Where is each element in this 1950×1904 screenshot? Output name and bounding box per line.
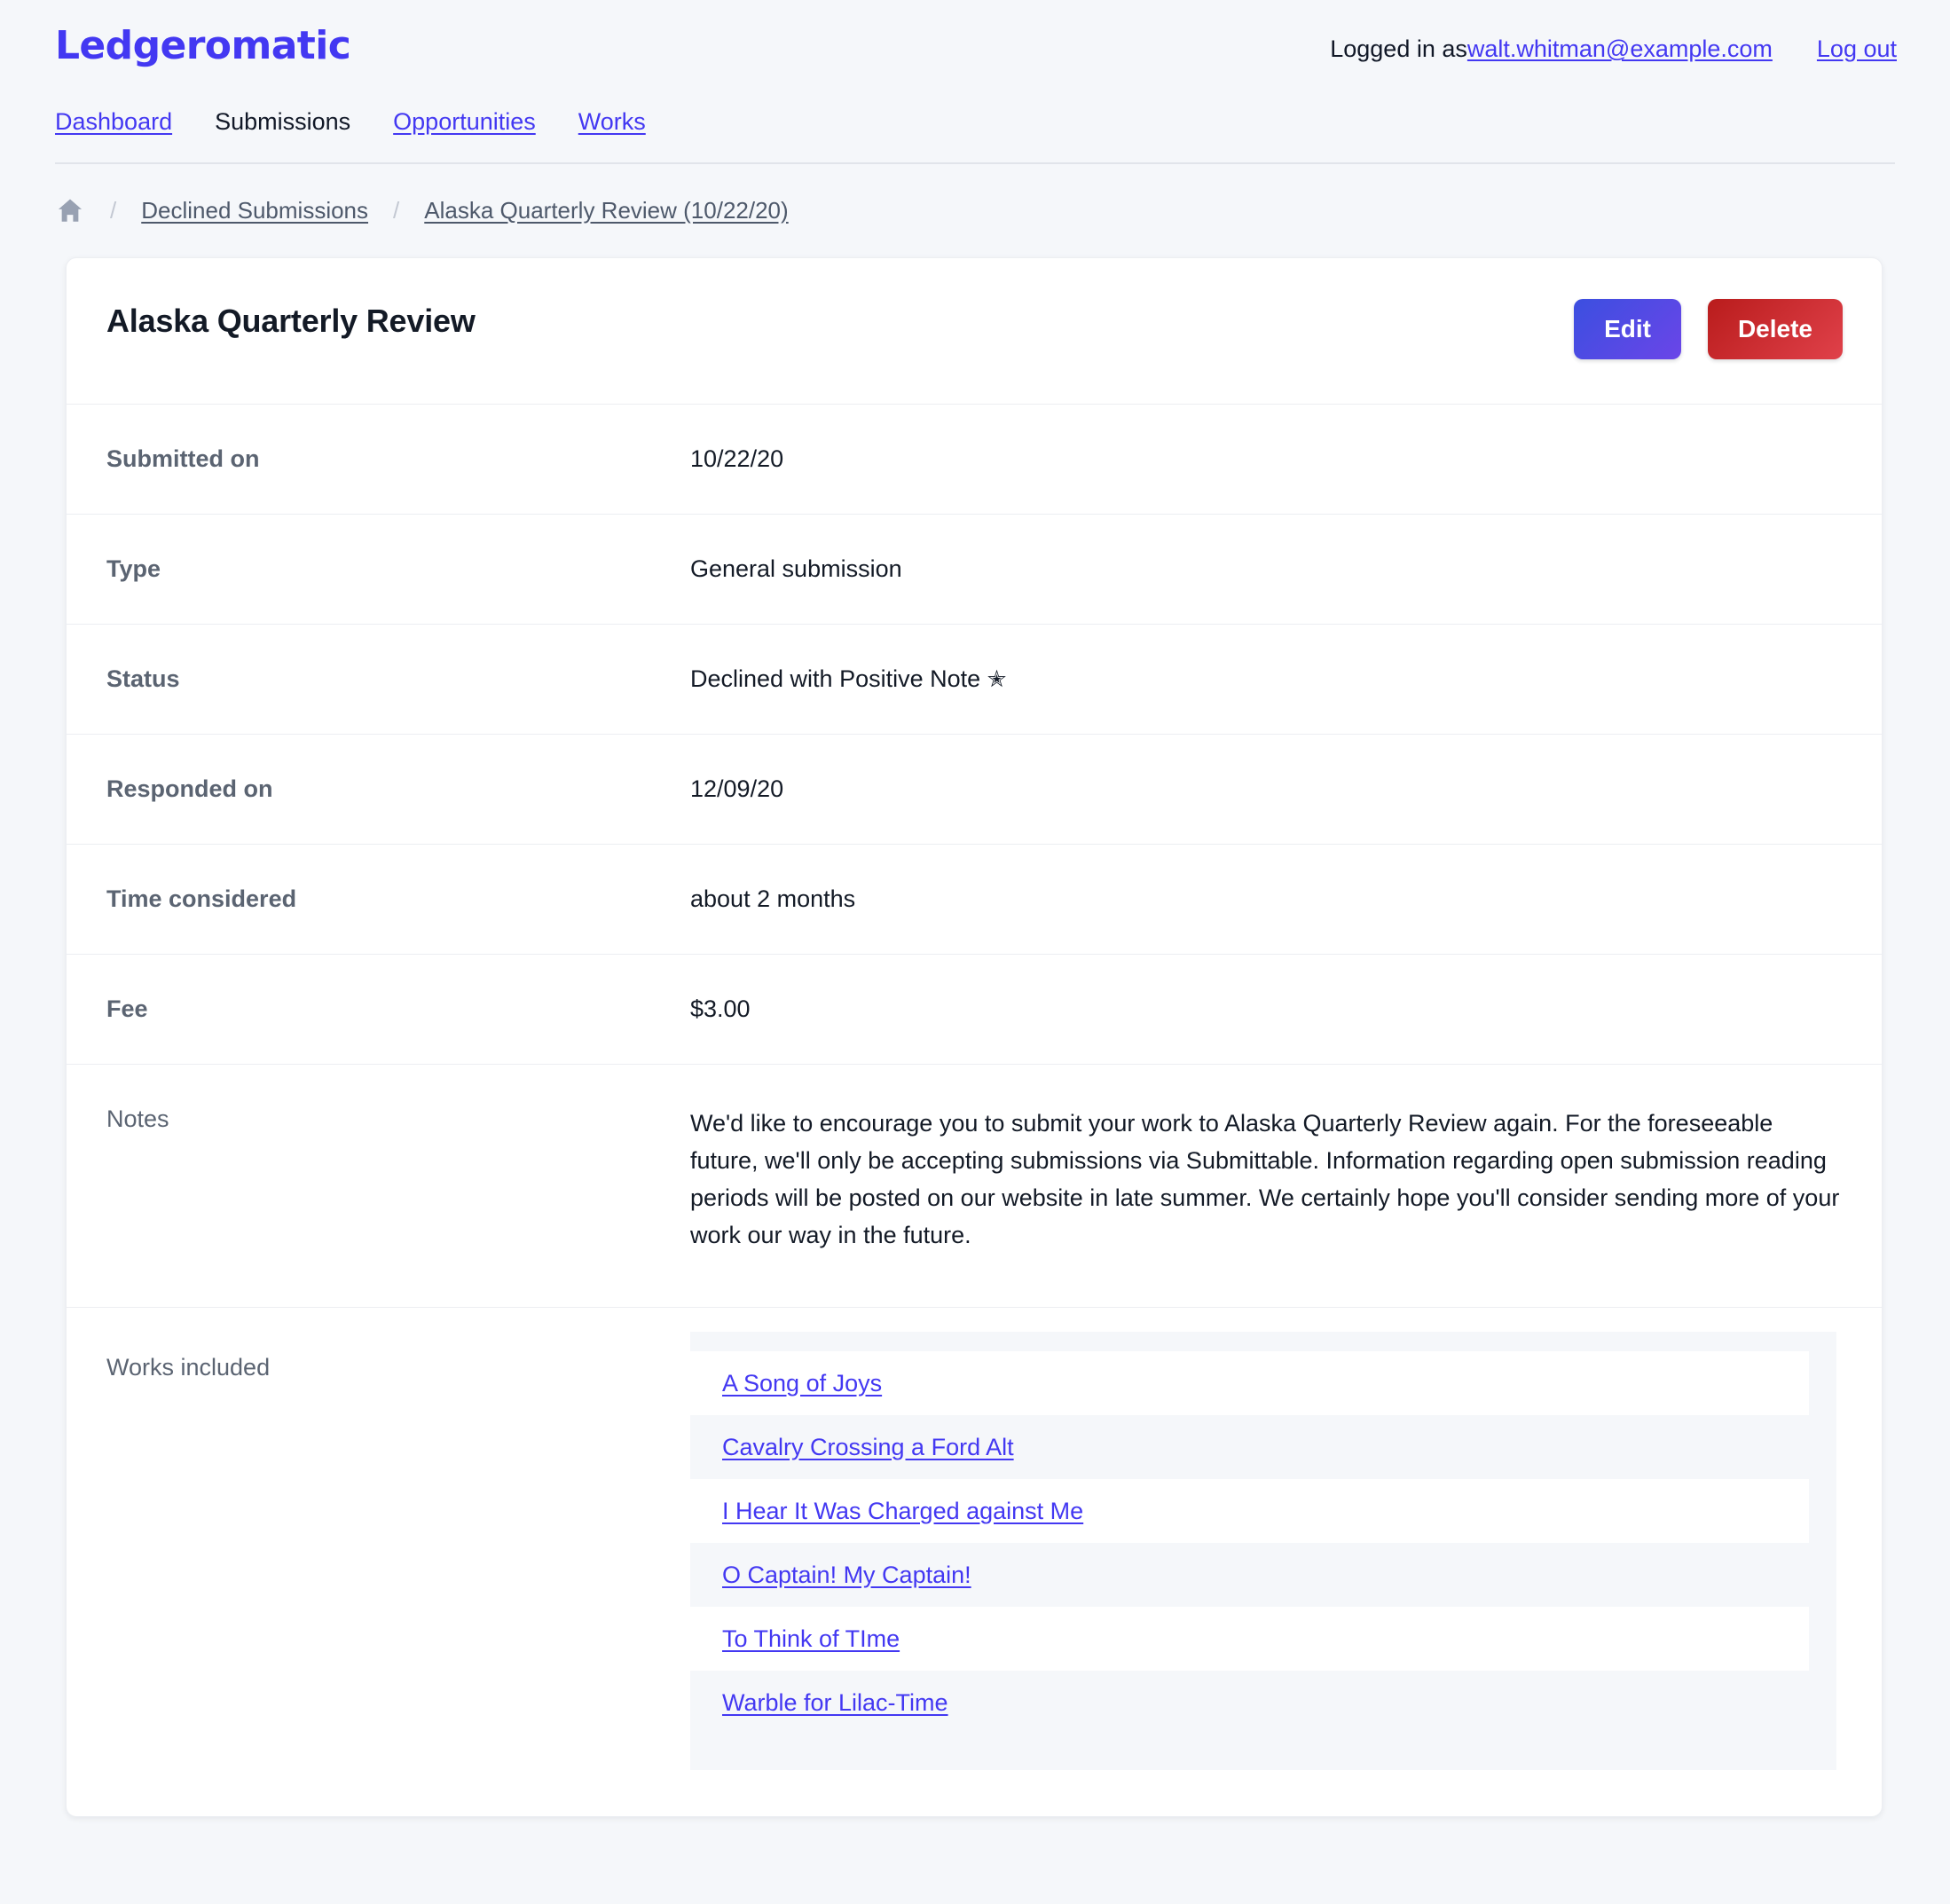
detail-value: 12/09/20 bbox=[690, 775, 784, 802]
detail-value: about 2 months bbox=[690, 885, 856, 912]
detail-row-works-included: Works included A Song of Joys Cavalry Cr… bbox=[67, 1308, 1882, 1816]
account-bar: Logged in as walt.whitman@example.com Lo… bbox=[1330, 35, 1897, 63]
list-item[interactable]: O Captain! My Captain! bbox=[690, 1543, 1836, 1608]
log-out-link[interactable]: Log out bbox=[1817, 35, 1897, 63]
nav-item-opportunities[interactable]: Opportunities bbox=[393, 108, 536, 136]
detail-row-fee: Fee $3.00 bbox=[67, 955, 1882, 1065]
breadcrumb-separator: / bbox=[110, 196, 117, 224]
list-item[interactable]: To Think of TIme bbox=[690, 1607, 1809, 1672]
breadcrumb-item-declined-submissions[interactable]: Declined Submissions bbox=[141, 197, 368, 224]
work-link[interactable]: Warble for Lilac-Time bbox=[722, 1689, 948, 1717]
work-link[interactable]: O Captain! My Captain! bbox=[722, 1562, 971, 1589]
work-link[interactable]: I Hear It Was Charged against Me bbox=[722, 1498, 1083, 1525]
top-bar: Ledgeromatic Logged in as walt.whitman@e… bbox=[0, 0, 1950, 165]
list-item[interactable]: I Hear It Was Charged against Me bbox=[690, 1479, 1809, 1544]
detail-label: Status bbox=[106, 665, 180, 692]
account-email-link[interactable]: walt.whitman@example.com bbox=[1467, 35, 1773, 63]
edit-button[interactable]: Edit bbox=[1574, 299, 1681, 359]
detail-value: Declined with Positive Note ✭ bbox=[690, 625, 1842, 734]
submission-detail-card: Alaska Quarterly Review Edit Delete Subm… bbox=[66, 257, 1883, 1818]
detail-label: Fee bbox=[106, 995, 148, 1022]
list-item[interactable]: Cavalry Crossing a Ford Alt bbox=[690, 1415, 1836, 1480]
work-link[interactable]: A Song of Joys bbox=[722, 1370, 882, 1397]
star-icon: ✭ bbox=[987, 665, 1007, 692]
detail-label: Notes bbox=[106, 1105, 169, 1132]
main-nav: Dashboard Submissions Opportunities Work… bbox=[55, 108, 688, 136]
detail-label: Responded on bbox=[106, 775, 273, 802]
works-value: A Song of Joys Cavalry Crossing a Ford A… bbox=[690, 1308, 1842, 1816]
detail-value: General submission bbox=[690, 555, 902, 582]
page-root: Ledgeromatic Logged in as walt.whitman@e… bbox=[0, 0, 1950, 1904]
list-item[interactable]: Warble for Lilac-Time bbox=[690, 1671, 1836, 1735]
detail-row-responded-on: Responded on 12/09/20 bbox=[67, 735, 1882, 845]
detail-value: 10/22/20 bbox=[690, 445, 784, 472]
delete-button[interactable]: Delete bbox=[1707, 299, 1843, 359]
detail-label: Submitted on bbox=[106, 445, 260, 472]
detail-label: Works included bbox=[106, 1354, 271, 1381]
detail-row-notes: Notes We'd like to encourage you to subm… bbox=[67, 1065, 1882, 1309]
home-icon[interactable] bbox=[55, 195, 85, 225]
notes-text: We'd like to encourage you to submit you… bbox=[690, 1110, 1840, 1248]
detail-value: $3.00 bbox=[690, 995, 751, 1022]
nav-divider bbox=[55, 162, 1895, 164]
breadcrumb: / Declined Submissions / Alaska Quarterl… bbox=[55, 195, 789, 225]
detail-label: Type bbox=[106, 555, 161, 582]
nav-item-works[interactable]: Works bbox=[578, 108, 646, 136]
detail-label: Time considered bbox=[106, 885, 297, 912]
breadcrumb-item-current[interactable]: Alaska Quarterly Review (10/22/20) bbox=[424, 197, 788, 224]
nav-item-dashboard[interactable]: Dashboard bbox=[55, 108, 172, 136]
breadcrumb-separator: / bbox=[393, 196, 400, 224]
list-item[interactable]: A Song of Joys bbox=[690, 1351, 1809, 1416]
works-list: A Song of Joys Cavalry Crossing a Ford A… bbox=[690, 1332, 1836, 1771]
detail-row-status: Status Declined with Positive Note ✭ bbox=[67, 625, 1882, 735]
work-link[interactable]: Cavalry Crossing a Ford Alt bbox=[722, 1434, 1014, 1461]
page-title: Alaska Quarterly Review bbox=[106, 303, 476, 339]
nav-item-submissions[interactable]: Submissions bbox=[215, 108, 350, 136]
app-logo[interactable]: Ledgeromatic bbox=[55, 23, 351, 68]
card-header: Alaska Quarterly Review Edit Delete bbox=[67, 258, 1882, 405]
detail-row-time-considered: Time considered about 2 months bbox=[67, 845, 1882, 955]
detail-row-type: Type General submission bbox=[67, 515, 1882, 625]
detail-row-submitted-on: Submitted on 10/22/20 bbox=[67, 405, 1882, 515]
card-actions: Edit Delete bbox=[1574, 299, 1843, 359]
logged-in-label: Logged in as bbox=[1330, 35, 1467, 62]
work-link[interactable]: To Think of TIme bbox=[722, 1625, 900, 1653]
status-text: Declined with Positive Note bbox=[690, 665, 981, 692]
